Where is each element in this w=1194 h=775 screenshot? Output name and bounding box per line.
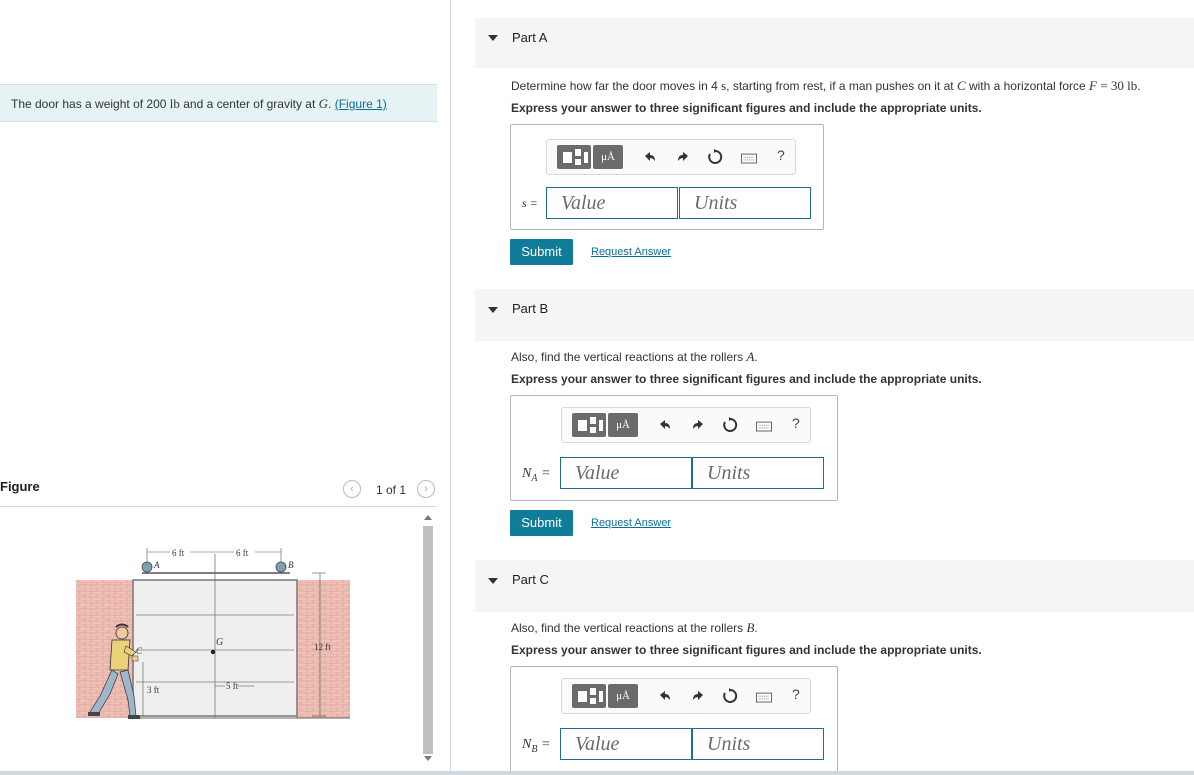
keyboard-icon[interactable] (741, 151, 757, 167)
keyboard-icon[interactable] (756, 690, 772, 706)
part-c-header[interactable]: Part C (475, 560, 1194, 612)
part-c-instruction: Express your answer to three significant… (511, 643, 982, 657)
keyboard-icon[interactable] (756, 419, 772, 435)
part-a-question: Determine how far the door moves in 4 s,… (511, 78, 1141, 93)
help-button[interactable]: ? (777, 147, 785, 163)
template-icon[interactable] (557, 145, 591, 169)
collapse-triangle-icon[interactable] (488, 307, 498, 313)
intro-text: The door has a weight of 200 lb and a ce… (11, 96, 332, 111)
part-a-request-answer-link[interactable]: Request Answer (591, 246, 671, 258)
dim-5ft: 5 ft (226, 681, 239, 691)
redo-icon[interactable] (690, 688, 706, 704)
part-b-toolbar: μÅ ? (561, 407, 811, 443)
figure-scrollbar[interactable] (421, 512, 435, 767)
part-a-header[interactable]: Part A (475, 18, 1194, 68)
collapse-triangle-icon[interactable] (488, 578, 498, 584)
figure-title: Figure (0, 479, 40, 494)
left-panel: The door has a weight of 200 lb and a ce… (0, 0, 451, 775)
part-c-answer-box: μÅ ? NB = Value Units (510, 666, 838, 774)
figure-divider (0, 506, 437, 507)
part-b-question: Also, find the vertical reactions at the… (511, 349, 758, 364)
part-a-toolbar: μÅ ? (546, 139, 796, 175)
part-c-variable: NB = (522, 737, 551, 755)
part-b-header[interactable]: Part B (475, 289, 1194, 341)
redo-icon[interactable] (675, 149, 691, 165)
part-b-value-input[interactable]: Value (560, 457, 692, 489)
problem-intro: The door has a weight of 200 lb and a ce… (0, 84, 437, 122)
reset-icon[interactable] (722, 688, 738, 704)
part-b-label: Part B (512, 301, 549, 316)
part-b-units-input[interactable]: Units (692, 457, 824, 489)
dim-6ft-left: 6 ft (172, 548, 185, 558)
figure-link[interactable]: (Figure 1) (335, 97, 387, 111)
part-b-request-answer-link[interactable]: Request Answer (591, 517, 671, 529)
label-g: G (216, 637, 223, 648)
part-a-label: Part A (512, 30, 548, 45)
part-a-units-input[interactable]: Units (679, 187, 811, 219)
label-c: C (136, 646, 143, 656)
part-b-instruction: Express your answer to three significant… (511, 372, 982, 386)
part-a-instruction: Express your answer to three significant… (511, 101, 982, 115)
undo-icon[interactable] (657, 417, 673, 433)
help-button[interactable]: ? (792, 686, 800, 702)
part-c-label: Part C (512, 572, 549, 587)
scroll-thumb[interactable] (423, 526, 433, 754)
label-b: B (288, 560, 294, 570)
scroll-down-icon[interactable] (424, 756, 432, 761)
roller-b (275, 561, 287, 573)
undo-icon[interactable] (642, 149, 658, 165)
part-b-submit-button[interactable]: Submit (510, 510, 573, 536)
label-a: A (153, 560, 160, 570)
template-icon[interactable] (572, 684, 606, 708)
part-a-submit-button[interactable]: Submit (510, 239, 573, 265)
center-of-gravity-point (210, 649, 216, 655)
undo-icon[interactable] (657, 688, 673, 704)
template-icon[interactable] (572, 413, 606, 437)
dim-12ft: 12 ft (314, 642, 331, 652)
reset-icon[interactable] (722, 417, 738, 433)
part-c-value-input[interactable]: Value (560, 728, 692, 760)
help-button[interactable]: ? (792, 415, 800, 431)
part-b-answer-box: μÅ ? NA = Value Units (510, 395, 838, 501)
part-a-variable: s = (522, 196, 538, 210)
dim-6ft-right: 6 ft (236, 548, 249, 558)
symbol-button[interactable]: μÅ (608, 684, 638, 708)
symbol-button[interactable]: μÅ (608, 413, 638, 437)
pager-text: 1 of 1 (376, 483, 407, 497)
bottom-border (0, 771, 1194, 775)
redo-icon[interactable] (690, 417, 706, 433)
roller-a (141, 561, 153, 573)
reset-icon[interactable] (707, 149, 723, 165)
prev-figure-button[interactable]: ‹ (343, 480, 361, 498)
symbol-button[interactable]: μÅ (593, 145, 623, 169)
part-a-answer-box: μÅ ? s = Value Units (510, 124, 824, 230)
door-figure: 6 ft 6 ft A B 12 ft G 5 ft C 3 ft (76, 548, 350, 719)
next-figure-button[interactable]: › (417, 480, 435, 498)
right-panel: Part A Determine how far the door moves … (451, 0, 1194, 775)
part-c-question: Also, find the vertical reactions at the… (511, 620, 758, 635)
scroll-up-icon[interactable] (424, 515, 432, 520)
part-a-value-input[interactable]: Value (546, 187, 678, 219)
collapse-triangle-icon[interactable] (488, 35, 498, 41)
figure-pager: ‹ 1 of 1 › (343, 480, 439, 500)
dim-3ft: 3 ft (147, 685, 160, 695)
part-c-toolbar: μÅ ? (561, 678, 811, 714)
part-c-units-input[interactable]: Units (692, 728, 824, 760)
part-b-variable: NA = (522, 466, 551, 484)
